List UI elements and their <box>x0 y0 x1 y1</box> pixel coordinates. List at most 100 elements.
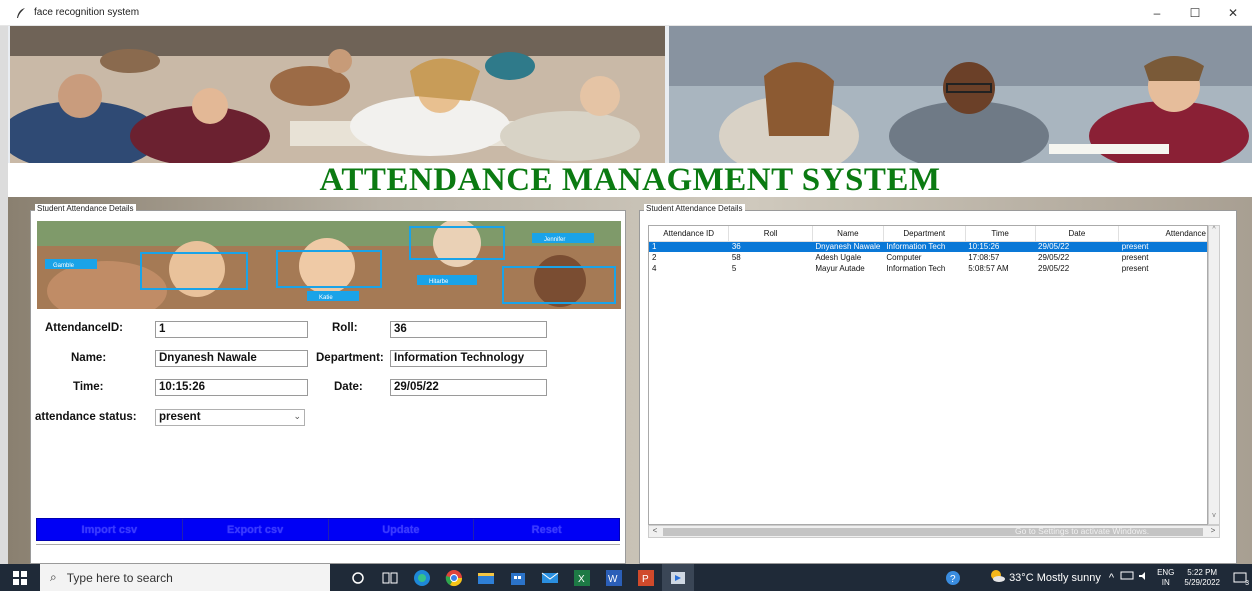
python-app-icon[interactable] <box>662 564 694 591</box>
table-cell: Adesh Ugale <box>815 253 862 262</box>
search-icon: ⌕ <box>50 570 57 584</box>
table-cell: 5:08:57 AM <box>968 264 1009 273</box>
taskbar: ⌕ Type here to search X W P ? 33°C Mostl… <box>0 564 1252 591</box>
window-title: face recognition system <box>34 7 140 18</box>
table-cell: 2 <box>652 253 657 262</box>
import-csv-button[interactable]: Import csv <box>37 519 183 540</box>
time-field[interactable]: 10:15:26 <box>155 379 308 396</box>
minimize-button[interactable]: – <box>1138 0 1176 26</box>
sun-icon <box>989 569 1006 586</box>
table-row[interactable]: 2 58 Adesh Ugale Computer 17:08:57 29/05… <box>649 252 1207 263</box>
column-header[interactable]: Name <box>812 226 884 242</box>
file-explorer-icon[interactable] <box>470 564 502 591</box>
app-window: ATTENDANCE MANAGMENT SYSTEM Student Atte… <box>8 26 1252 564</box>
table-row[interactable]: 1 36 Dnyanesh Nawale Information Tech 10… <box>649 241 1207 252</box>
weather-text: 33°C Mostly sunny <box>1009 571 1101 584</box>
table-cell: 4 <box>652 264 657 273</box>
mail-icon[interactable] <box>534 564 566 591</box>
divider <box>36 544 620 545</box>
table-row[interactable]: 4 5 Mayur Autade Information Tech 5:08:5… <box>649 263 1207 274</box>
table-cell: present <box>1121 253 1149 262</box>
table-cell: 36 <box>728 241 813 252</box>
export-csv-button[interactable]: Export csv <box>182 519 329 540</box>
scroll-up-icon[interactable]: ^ <box>1209 226 1219 238</box>
attendance-id-label: AttendanceID: <box>45 322 123 334</box>
face-label: Jennifer <box>544 237 565 243</box>
attendance-table[interactable]: Attendance ID Roll Name Department Time … <box>648 225 1208 525</box>
table-cell: 5 <box>731 264 737 273</box>
column-header[interactable]: Attendance ID <box>649 226 730 242</box>
edge-icon[interactable] <box>406 564 438 591</box>
department-field[interactable]: Information Technology <box>390 350 547 367</box>
watermark-title: Activate Windows <box>1015 510 1126 526</box>
scroll-left-icon[interactable]: < <box>649 526 661 535</box>
taskbar-search-box[interactable]: ⌕ Type here to search <box>40 564 330 591</box>
face-label: Gamble <box>53 263 75 269</box>
date-field[interactable]: 29/05/22 <box>390 379 547 396</box>
table-cell: present <box>1118 241 1207 252</box>
name-label: Name: <box>71 352 107 364</box>
attendance-status-value: present <box>159 411 201 423</box>
roll-field[interactable]: 36 <box>390 321 547 338</box>
notification-icon[interactable]: 3 <box>1228 564 1252 591</box>
attendance-status-select[interactable]: present ⌄ <box>155 409 305 426</box>
excel-icon[interactable]: X <box>566 564 598 591</box>
task-view-icon[interactable] <box>374 564 406 591</box>
page-title: ATTENDANCE MANAGMENT SYSTEM <box>319 161 941 198</box>
table-cell: 29/05/22 <box>1038 264 1070 273</box>
svg-text:P: P <box>642 574 649 585</box>
table-cell: Information Tech <box>883 241 966 252</box>
face-label: Katie <box>319 295 333 301</box>
column-header[interactable]: Date <box>1035 226 1120 242</box>
attendance-status-label: attendance status: <box>35 411 137 423</box>
close-button[interactable]: ✕ <box>1214 0 1252 26</box>
table-cell: 29/05/22 <box>1038 253 1070 262</box>
column-header[interactable]: Department <box>883 226 966 242</box>
activate-windows-watermark: Activate Windows Go to Settings to activ… <box>1015 510 1149 536</box>
watermark-subtitle: Go to Settings to activate Windows. <box>1015 526 1150 536</box>
svg-text:W: W <box>608 574 618 585</box>
scroll-right-icon[interactable]: > <box>1207 526 1219 535</box>
column-header[interactable]: Time <box>965 226 1036 242</box>
department-label: Department: <box>316 352 384 364</box>
table-header-row: Attendance ID Roll Name Department Time … <box>649 226 1207 242</box>
update-button[interactable]: Update <box>328 519 475 540</box>
classroom-banner-image <box>10 26 665 163</box>
table-cell: Mayur Autade <box>815 264 865 273</box>
scroll-down-icon[interactable]: v <box>1209 512 1219 524</box>
windows-start-icon[interactable] <box>0 564 40 591</box>
svg-text:X: X <box>578 574 585 585</box>
language-indicator[interactable]: ENG IN <box>1157 568 1174 588</box>
help-icon[interactable]: ? <box>937 564 969 591</box>
roll-label: Roll: <box>332 322 358 334</box>
table-cell: 17:08:57 <box>968 253 1000 262</box>
heading-strip: ATTENDANCE MANAGMENT SYSTEM <box>8 161 1252 198</box>
vertical-scrollbar[interactable]: ^ v <box>1208 225 1220 525</box>
table-cell: 29/05/22 <box>1035 241 1119 252</box>
language-top: ENG <box>1157 567 1175 577</box>
clock[interactable]: 5:22 PM 5/29/2022 <box>1184 568 1220 588</box>
attendance-id-field[interactable]: 1 <box>155 321 308 338</box>
network-icon[interactable] <box>1120 571 1134 584</box>
word-icon[interactable]: W <box>598 564 630 591</box>
table-cell: Dnyanesh Nawale <box>812 241 884 252</box>
chevron-down-icon[interactable]: ⌄ <box>293 411 301 422</box>
column-header[interactable]: Roll <box>728 226 813 242</box>
column-header[interactable]: Attendance <box>1118 226 1207 242</box>
reset-button[interactable]: Reset <box>474 519 619 540</box>
frame-title: Student Attendance Details <box>644 204 745 213</box>
weather-widget[interactable]: 33°C Mostly sunny <box>989 569 1101 586</box>
clock-time: 5:22 PM <box>1187 567 1218 577</box>
powerpoint-icon[interactable]: P <box>630 564 662 591</box>
chevron-up-icon[interactable]: ^ <box>1109 572 1114 584</box>
face-detection-image: Gamble Katie Hitarbe Jennifer <box>37 221 621 309</box>
table-cell: 10:15:26 <box>965 241 1036 252</box>
table-cell: present <box>1121 264 1149 273</box>
chrome-icon[interactable] <box>438 564 470 591</box>
store-icon[interactable] <box>502 564 534 591</box>
maximize-button[interactable]: ☐ <box>1176 0 1214 26</box>
name-field[interactable]: Dnyanesh Nawale <box>155 350 308 367</box>
cortana-icon[interactable] <box>342 564 374 591</box>
volume-icon[interactable] <box>1138 571 1148 584</box>
export-csv-label: Export csv <box>227 523 284 536</box>
